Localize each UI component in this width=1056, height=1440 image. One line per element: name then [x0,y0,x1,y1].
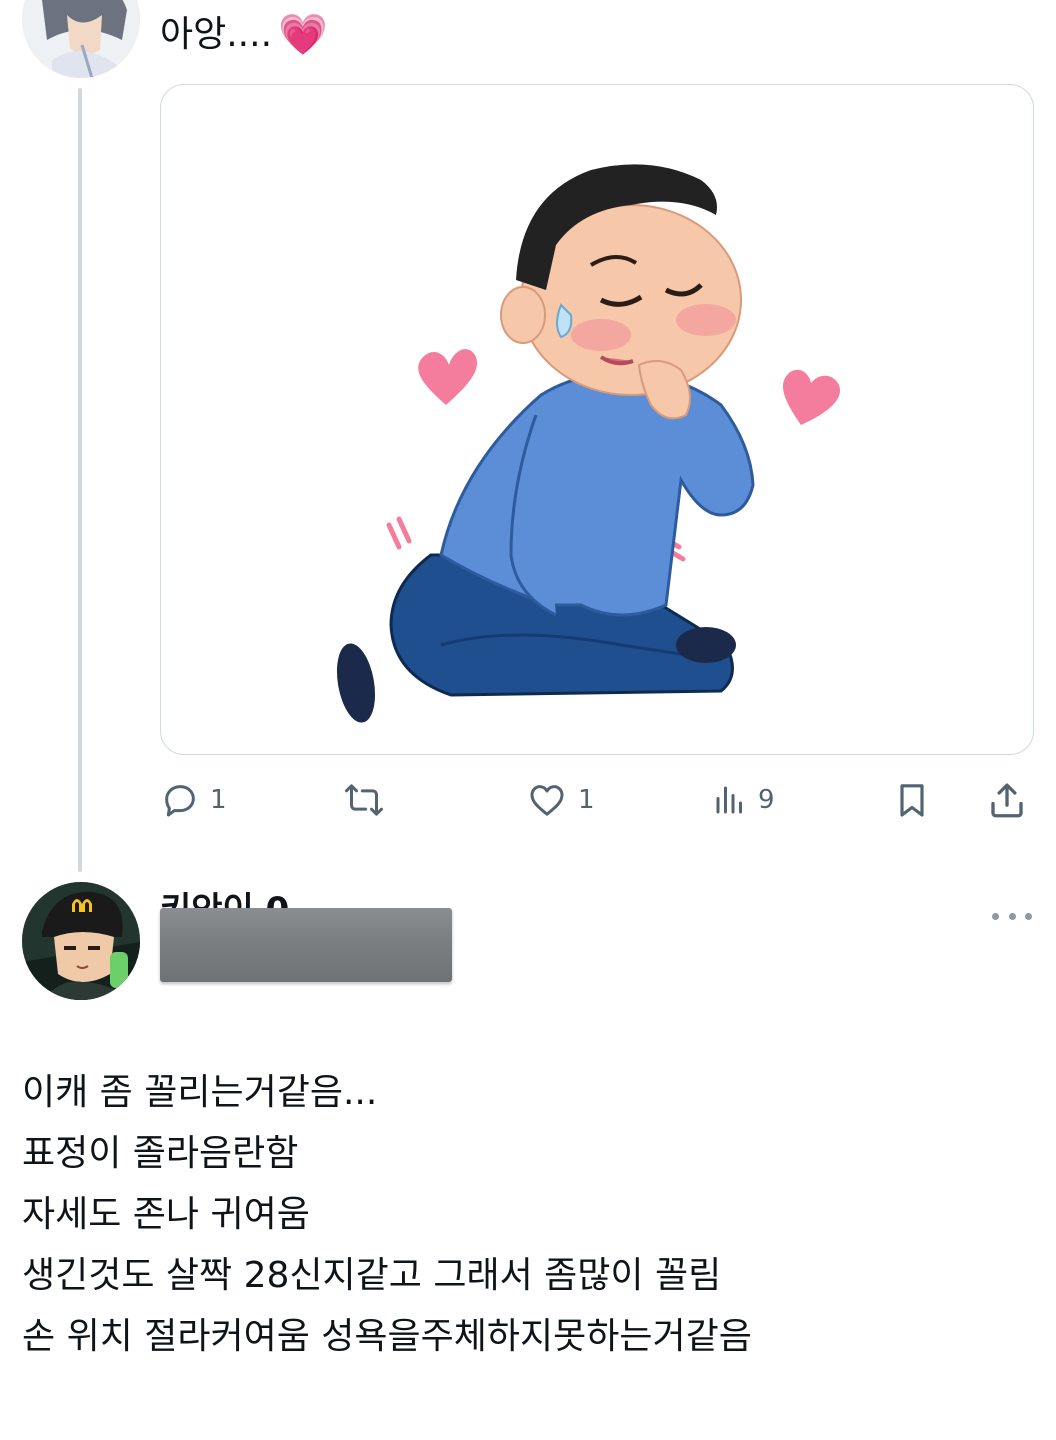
thread-connector-line [78,88,82,872]
tweet2-line: 자세도 존나 귀여움 [22,1194,310,1235]
reply-button[interactable]: 1 [160,772,227,828]
heart-left-icon [418,349,478,405]
tweet2-line: 손 위치 절라커여움 성욕을주체하지못하는거같음 [22,1316,752,1357]
views-count: 9 [758,785,775,815]
tweet2-line: 생긴것도 살짝 28신지같고 그래서 좀많이 꼴림 [22,1255,722,1296]
tweet2-line: 표정이 졸라음란함 [22,1133,299,1174]
more-dot-icon [992,912,999,920]
more-options-button[interactable] [992,902,1032,930]
views-button[interactable]: 9 [712,772,775,828]
heart-right-icon [782,369,841,425]
tweet1-action-bar: 1 1 9 [160,772,1040,828]
tweet2-body: 이캐 좀 꼴리는거같음... 표정이 졸라음란함 자세도 존나 귀여움 생긴것도… [22,1064,1032,1369]
tweet2-line: 이캐 좀 꼴리는거같음... [22,1072,378,1113]
bookmark-icon [900,784,924,817]
share-button[interactable] [986,772,1028,828]
illustration-kneeling-man [336,164,841,723]
share-upload-icon [991,783,1023,818]
redaction-block [160,908,452,982]
bookmark-button[interactable] [892,772,932,828]
like-heart-icon [530,785,564,816]
avatar-user1[interactable] [22,0,140,78]
retweet-button[interactable] [342,772,396,828]
heart-emoji: 💗 [278,12,328,58]
tweet1-text-body: 아앙.... [160,14,273,55]
avatar-user2[interactable] [22,882,140,1000]
avatar-user2-image [22,882,140,1000]
like-button[interactable]: 1 [526,772,595,828]
tweet1-media-image[interactable] [160,84,1034,755]
retweet-icon [345,784,383,816]
like-count: 1 [578,785,595,815]
reply-count: 1 [210,785,227,815]
more-dot-icon [1008,912,1016,920]
reply-icon [165,785,195,817]
views-bar-chart-icon [716,786,742,814]
more-dot-icon [1025,912,1032,920]
tweet1-text: 아앙.... 💗 [160,6,328,64]
avatar-user1-image [22,0,140,78]
